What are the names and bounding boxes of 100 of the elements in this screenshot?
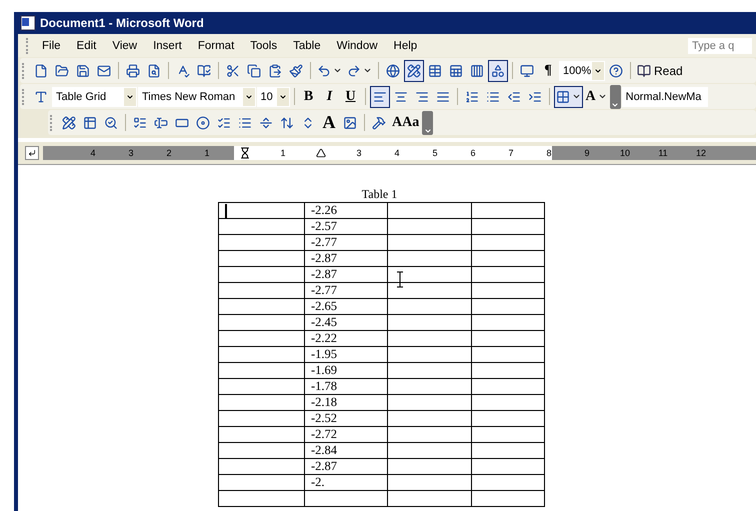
ruler-number: 8 [546,148,552,158]
format-button[interactable]: ¶ [538,60,558,82]
ruler-number: 10 [620,148,630,158]
new-document-icon [34,64,48,78]
hammer-icon [372,116,386,130]
ruler-number: 6 [470,148,476,158]
menu-item[interactable]: Edit [68,38,104,54]
ruler-number: 1 [204,148,210,158]
dropdown-field[interactable]: 100% [559,60,605,80]
format-button[interactable]: A [584,86,609,108]
open-folder-icon [55,64,69,78]
pencil-ruler-icon [62,116,76,130]
menu-item[interactable]: Insert [145,38,190,54]
ruler-number: 5 [432,148,438,158]
border-icon [556,90,570,104]
border-button[interactable] [554,86,582,108]
align-left-icon [372,90,386,104]
table-cell: -2.45 [304,314,388,331]
align-right-icon [414,90,428,104]
table-cell: -1.95 [304,346,388,363]
disc-icon [196,116,210,130]
menu-item[interactable]: Help [386,38,426,54]
align-center-icon [394,90,408,104]
menu-item[interactable]: Table [285,38,329,54]
tab-marker-icon[interactable] [316,148,326,158]
align-left-button[interactable] [370,86,390,108]
image-icon [343,116,357,130]
text-field-icon [154,116,168,130]
pencil-ruler-icon [407,64,421,78]
read-button[interactable]: Read [635,60,685,82]
justify-icon [436,90,450,104]
dropdown-field[interactable]: Times New Roman [138,86,256,106]
bullet-list-icon [486,90,500,104]
toolbar-options-button[interactable] [610,84,621,108]
table-cell: -2.87 [304,266,388,283]
format-button[interactable]: I [320,86,340,108]
indent-marker-icon[interactable] [239,147,251,159]
print-icon [126,64,140,78]
ruler-number: 7 [508,148,514,158]
caret-icon [424,126,432,134]
numbered-list-icon [464,90,478,104]
separator-icon [259,116,273,130]
caret-icon [278,92,286,100]
redo-icon [347,64,361,78]
table-cell: -2. [304,474,388,491]
dropdown-field[interactable]: Normal.NewMa [622,86,708,106]
ruler-number: 12 [696,148,706,158]
tab-stop-button[interactable] [25,146,39,160]
format-button[interactable]: U [340,86,360,108]
table-cell: -1.78 [304,378,388,395]
caret-icon [363,66,372,75]
shapes-icon [491,64,505,78]
text-cursor-icon [396,271,404,288]
styles-icon [34,90,48,104]
print-preview-icon [147,64,161,78]
format-button[interactable]: B [298,86,318,108]
menu-item[interactable]: Window [328,38,386,54]
caret-icon [572,92,580,101]
format-button[interactable]: AAa [390,112,422,134]
shapes-button[interactable] [488,60,508,82]
menu-item[interactable]: Format [190,38,242,54]
table-cell: -2.26 [304,202,388,219]
table-cell: -2.57 [304,218,388,235]
ruler-number: 4 [90,148,96,158]
table-cell: -2.52 [304,410,388,427]
dropdown-field[interactable]: 10 [256,86,290,106]
format-button[interactable]: A [319,112,339,134]
table-cell: -2.77 [304,282,388,299]
table-cell: -2.87 [304,458,388,475]
ruler-number: 3 [128,148,134,158]
caret-icon [244,92,252,100]
table-icon [428,64,442,78]
research-icon [197,64,211,78]
undo-icon [317,64,331,78]
help-search-field[interactable]: Type a q [688,38,752,54]
table-cell: -2.18 [304,394,388,411]
up-down-arrow-icon [280,116,294,130]
ruler-number: 1 [280,148,286,158]
caret-icon [333,66,342,75]
list-box-icon [217,116,231,130]
menu-item[interactable]: View [104,38,146,54]
increase-indent-icon [528,90,542,104]
spreadsheet-icon [449,64,463,78]
document-icon [20,15,36,31]
toolbar-options-button[interactable] [422,110,434,134]
cut-icon [226,64,240,78]
table-cell: -2.65 [304,298,388,315]
table-cell: -2.84 [304,442,388,459]
help-icon [609,64,623,78]
table-cell: -2.77 [304,234,388,251]
pencil-ruler-button[interactable] [404,60,424,82]
save-icon [76,64,90,78]
table-icon [83,116,97,130]
menu-item[interactable]: File [34,38,69,54]
window-title: Document1 - Microsoft Word [40,16,204,30]
dropdown-field[interactable]: Table Grid [52,86,137,106]
decrease-indent-icon [506,90,520,104]
menu-item[interactable]: Tools [242,38,286,54]
table-cell: -2.22 [304,330,388,347]
ruler-number: 9 [584,148,590,158]
